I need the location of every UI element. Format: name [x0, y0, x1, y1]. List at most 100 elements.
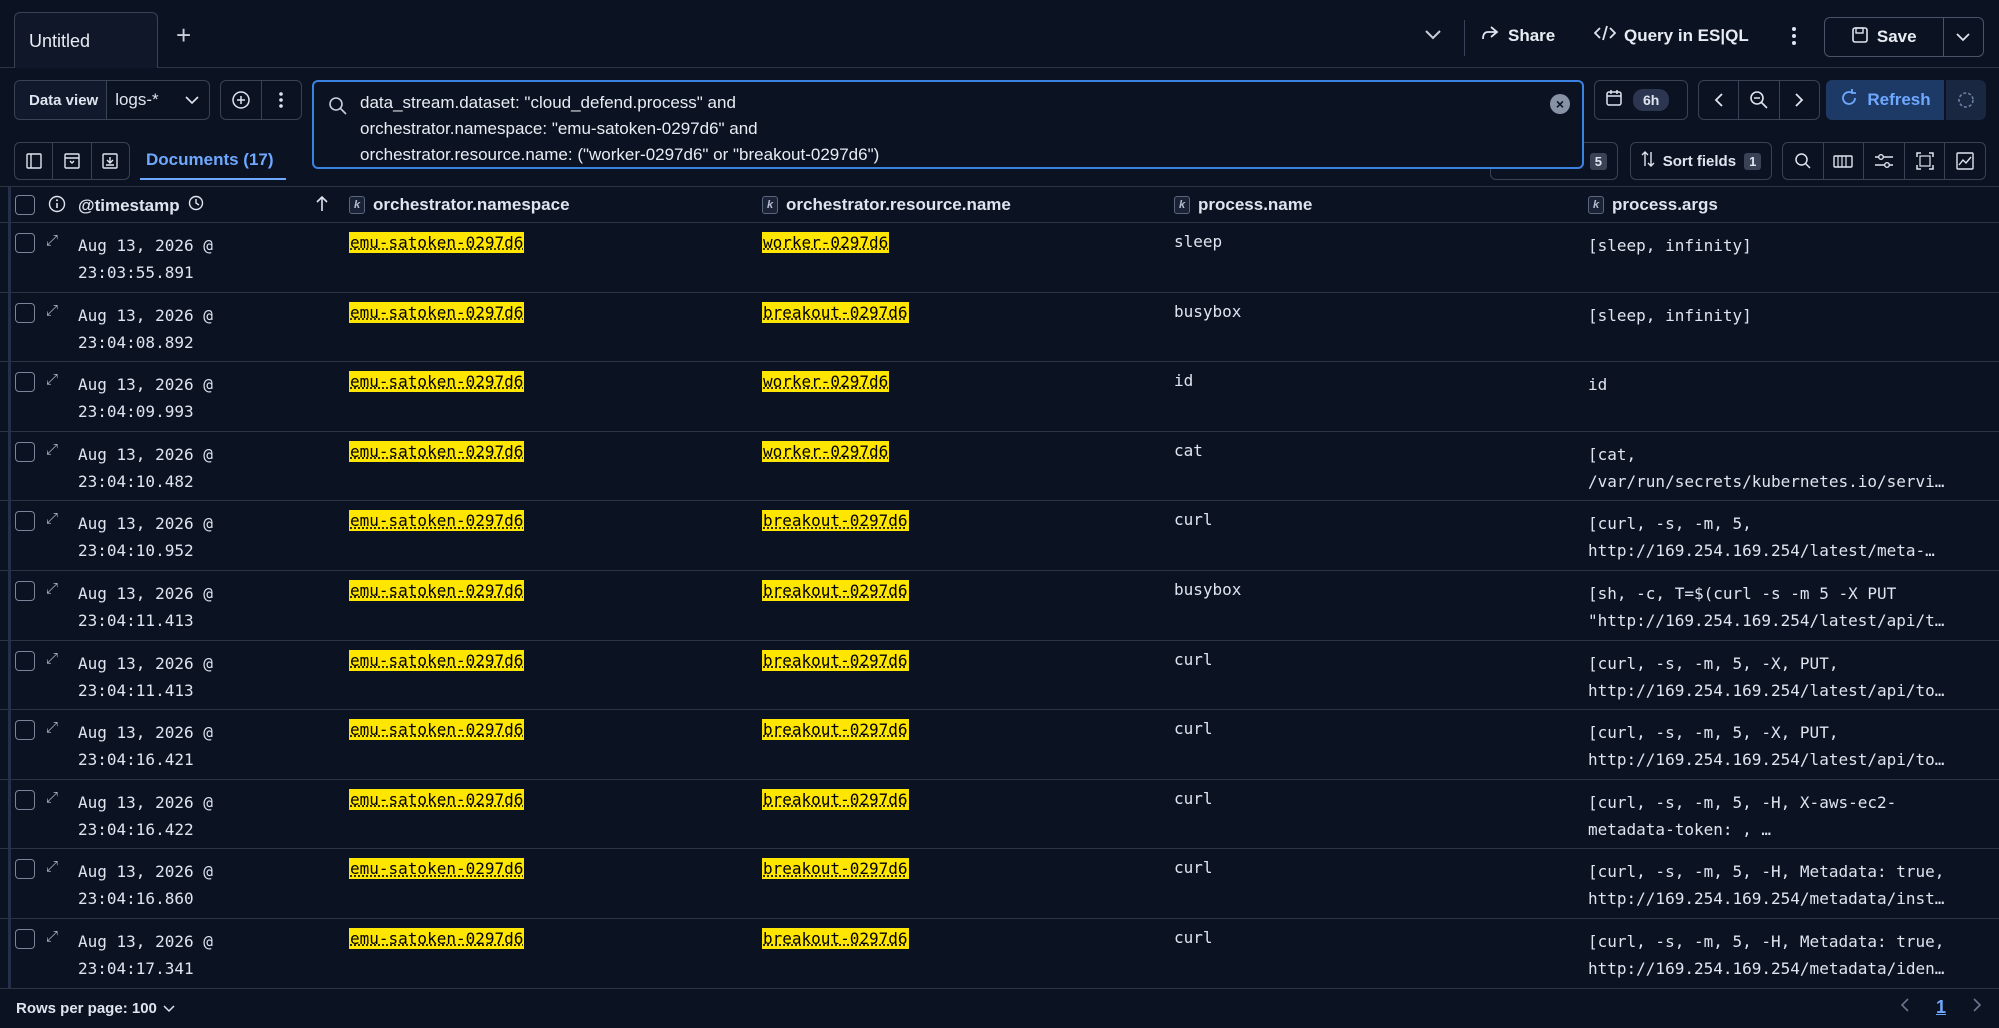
- previous-page-icon[interactable]: [1900, 997, 1910, 1018]
- next-time-icon[interactable]: [1780, 81, 1819, 119]
- table-row[interactable]: ⤢ Aug 13, 2026 @ 23:04:16.421 emu-satoken-…: [0, 710, 1999, 780]
- cell-process-name: cat: [1174, 440, 1203, 460]
- chart-toggle-icon[interactable]: [53, 143, 92, 179]
- clear-query-icon[interactable]: ×: [1550, 94, 1570, 114]
- column-header-label: orchestrator.namespace: [373, 195, 570, 214]
- next-page-icon[interactable]: [1972, 997, 1982, 1018]
- chart-icon[interactable]: [1945, 143, 1985, 179]
- data-view-selector[interactable]: Data view logs-*: [14, 80, 210, 120]
- query-input[interactable]: data_stream.dataset: "cloud_defend.proce…: [312, 80, 1584, 169]
- expand-row-icon[interactable]: ⤢: [46, 440, 58, 458]
- cell-process-args: [sh, -c, T=$(curl -s -m 5 -X PUT "http:/…: [1588, 583, 1945, 630]
- grid-header: @timestamp k orchestrator.namespace k or…: [0, 187, 1999, 223]
- save-icon: [1851, 26, 1869, 49]
- save-label: Save: [1876, 27, 1917, 46]
- cell-namespace: emu-satoken-0297d6: [349, 371, 525, 393]
- row-select-checkbox[interactable]: [15, 928, 35, 949]
- rows-per-page-label: Rows per page: 100: [16, 1000, 157, 1017]
- table-row[interactable]: ⤢ Aug 13, 2026 @ 23:04:17.341 emu-satoken-…: [0, 919, 1999, 988]
- refresh-button[interactable]: Refresh: [1826, 80, 1944, 120]
- expand-row-icon[interactable]: ⤢: [46, 857, 58, 875]
- cell-timestamp: Aug 13, 2026 @ 23:04:10.482: [78, 444, 213, 491]
- column-header-resource-name[interactable]: k orchestrator.resource.name: [762, 195, 1011, 215]
- clock-icon: [188, 195, 204, 216]
- table-row[interactable]: ⤢ Aug 13, 2026 @ 23:04:08.892 emu-satoken-…: [0, 293, 1999, 363]
- zoom-out-icon[interactable]: [1739, 81, 1780, 119]
- sidebar-toggle-icon[interactable]: [15, 143, 54, 179]
- expand-row-icon[interactable]: ⤢: [46, 649, 58, 667]
- expand-row-icon[interactable]: ⤢: [46, 579, 58, 597]
- filter-options-icon[interactable]: [262, 81, 302, 119]
- expand-row-icon[interactable]: ⤢: [46, 927, 58, 945]
- column-header-process-args[interactable]: k process.args: [1588, 195, 1718, 215]
- download-icon[interactable]: [92, 143, 129, 179]
- column-header-timestamp[interactable]: @timestamp: [78, 195, 204, 216]
- cell-namespace: emu-satoken-0297d6: [349, 232, 525, 253]
- search-icon[interactable]: [1783, 143, 1824, 179]
- cell-timestamp: Aug 13, 2026 @ 23:04:10.952: [78, 514, 213, 561]
- select-all-checkbox[interactable]: [15, 195, 35, 215]
- tab-documents[interactable]: Documents (17): [146, 150, 274, 170]
- cell-namespace: emu-satoken-0297d6: [349, 719, 525, 741]
- sort-count-badge: 1: [1744, 152, 1762, 170]
- expand-row-icon[interactable]: ⤢: [46, 788, 58, 806]
- column-header-process-name[interactable]: k process.name: [1174, 195, 1312, 215]
- cell-timestamp: Aug 13, 2026 @ 23:04:08.892: [78, 305, 213, 352]
- table-row[interactable]: ⤢ Aug 13, 2026 @ 23:04:11.413 emu-satoken-…: [0, 571, 1999, 641]
- query-text[interactable]: data_stream.dataset: "cloud_defend.proce…: [360, 90, 879, 168]
- row-select-checkbox[interactable]: [15, 511, 35, 532]
- rows-per-page-selector[interactable]: Rows per page: 100: [16, 1000, 175, 1017]
- chevron-down-icon[interactable]: [1424, 26, 1442, 46]
- filter-button-group: [220, 80, 302, 120]
- row-select-checkbox[interactable]: [15, 580, 35, 601]
- share-button[interactable]: Share: [1480, 24, 1555, 47]
- row-select-checkbox[interactable]: [15, 441, 35, 462]
- auto-refresh-icon[interactable]: [1946, 80, 1986, 120]
- columns-count-badge: 5: [1589, 152, 1607, 170]
- expand-row-icon[interactable]: ⤢: [46, 718, 58, 736]
- table-row[interactable]: ⤢ Aug 13, 2026 @ 23:04:11.413 emu-satoken-…: [0, 641, 1999, 711]
- expand-row-icon[interactable]: ⤢: [46, 370, 58, 388]
- settings-sliders-icon[interactable]: [1864, 143, 1905, 179]
- page-number[interactable]: 1: [1936, 997, 1946, 1018]
- documents-grid: @timestamp k orchestrator.namespace k or…: [0, 186, 1999, 988]
- cell-process-args: id: [1588, 375, 1608, 395]
- row-density-icon[interactable]: [1824, 143, 1865, 179]
- cell-timestamp: Aug 13, 2026 @ 23:04:11.413: [78, 653, 213, 700]
- table-row[interactable]: ⤢ Aug 13, 2026 @ 23:04:16.422 emu-satoken-…: [0, 780, 1999, 850]
- tab-untitled[interactable]: Untitled: [14, 12, 158, 68]
- table-row[interactable]: ⤢ Aug 13, 2026 @ 23:04:10.482 emu-satoken-…: [0, 432, 1999, 502]
- date-picker[interactable]: 6h: [1594, 80, 1688, 120]
- expand-row-icon[interactable]: ⤢: [46, 509, 58, 527]
- add-filter-icon[interactable]: [221, 81, 262, 119]
- sort-fields-button[interactable]: Sort fields 1: [1630, 142, 1772, 180]
- row-select-checkbox[interactable]: [15, 859, 35, 880]
- query-in-esql-button[interactable]: Query in ES|QL: [1593, 24, 1749, 47]
- cell-process-args: [curl, -s, -m, 5, http://169.254.169.254…: [1588, 514, 1935, 561]
- expand-row-icon[interactable]: ⤢: [46, 301, 58, 319]
- save-options-button[interactable]: [1944, 18, 1984, 56]
- chevron-down-icon: [163, 1000, 175, 1017]
- row-select-checkbox[interactable]: [15, 720, 35, 741]
- more-options-icon[interactable]: [1790, 26, 1798, 51]
- row-select-checkbox[interactable]: [15, 302, 35, 323]
- table-row[interactable]: ⤢ Aug 13, 2026 @ 23:04:10.952 emu-satoken-…: [0, 501, 1999, 571]
- cell-process-name: curl: [1174, 858, 1213, 878]
- column-header-namespace[interactable]: k orchestrator.namespace: [349, 195, 570, 215]
- expand-row-icon[interactable]: ⤢: [46, 231, 58, 249]
- table-row[interactable]: ⤢ Aug 13, 2026 @ 23:04:16.860 emu-satoken-…: [0, 849, 1999, 919]
- row-select-checkbox[interactable]: [15, 233, 35, 253]
- table-row[interactable]: ⤢ Aug 13, 2026 @ 23:03:55.891 emu-satoken-…: [0, 223, 1999, 293]
- cell-process-args: [curl, -s, -m, 5, -X, PUT, http://169.25…: [1588, 653, 1945, 700]
- cell-resource-name: breakout-0297d6: [762, 301, 909, 323]
- cell-namespace: emu-satoken-0297d6: [349, 788, 525, 810]
- save-button[interactable]: Save: [1825, 18, 1944, 56]
- add-tab-button[interactable]: +: [176, 22, 191, 48]
- row-select-checkbox[interactable]: [15, 372, 35, 393]
- row-select-checkbox[interactable]: [15, 789, 35, 810]
- row-select-checkbox[interactable]: [15, 650, 35, 671]
- table-row[interactable]: ⤢ Aug 13, 2026 @ 23:04:09.993 emu-satoken-…: [0, 362, 1999, 432]
- previous-time-icon[interactable]: [1699, 81, 1740, 119]
- sort-ascending-icon[interactable]: [316, 195, 328, 213]
- fullscreen-icon[interactable]: [1905, 143, 1946, 179]
